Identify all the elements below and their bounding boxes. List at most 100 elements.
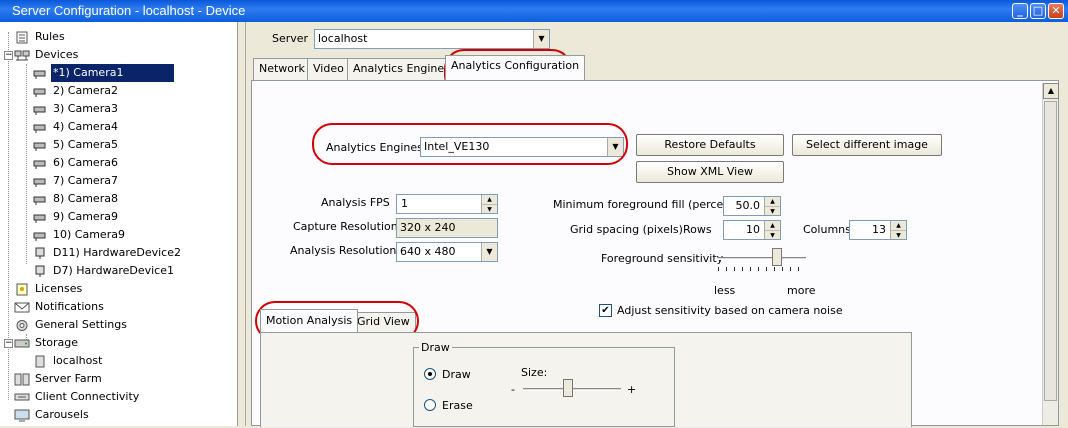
spin-buttons[interactable]: ▲ ▼ <box>481 195 497 213</box>
capture-resolution-label: Capture Resolution <box>293 220 398 233</box>
tree-item-camera[interactable]: 10) Camera9 <box>32 226 127 244</box>
spin-buttons[interactable]: ▲ ▼ <box>764 197 780 215</box>
down-arrow-icon[interactable]: ▼ <box>765 230 780 239</box>
hardware-device-icon <box>32 247 48 260</box>
min-fill-stepper[interactable]: 50.0 ▲ ▼ <box>723 196 781 216</box>
vertical-scrollbar[interactable]: ▲ <box>1042 83 1059 425</box>
tree-item-camera[interactable]: 7) Camera7 <box>32 172 120 190</box>
rules-icon <box>14 31 30 44</box>
rows-stepper[interactable]: 10 ▲ ▼ <box>723 220 781 240</box>
up-arrow-icon[interactable]: ▲ <box>891 221 906 230</box>
server-label: Server <box>272 32 309 45</box>
navigation-tree: Rules − Devices *1) Camera1 2) Camera2 3… <box>0 22 238 426</box>
server-value: localhost <box>318 32 368 45</box>
tree-item-camera[interactable]: 8) Camera8 <box>32 190 120 208</box>
select-image-button[interactable]: Select different image <box>792 134 942 156</box>
panel-splitter[interactable] <box>238 22 246 426</box>
tab-video[interactable]: Video <box>307 58 350 80</box>
sensitivity-slider[interactable] <box>718 245 806 273</box>
settings-icon <box>14 319 30 332</box>
up-arrow-icon[interactable]: ▲ <box>482 195 497 204</box>
analysis-resolution-value: 640 x 480 <box>400 245 456 258</box>
tree-item-general-settings[interactable]: General Settings <box>14 316 129 334</box>
show-xml-button[interactable]: Show XML View <box>636 161 784 183</box>
tree-item-devices[interactable]: Devices <box>14 46 80 64</box>
tree-item-hardware[interactable]: D7) HardwareDevice1 <box>32 262 176 280</box>
envelope-icon <box>14 301 30 314</box>
tree-item-camera[interactable]: *1) Camera1 <box>32 64 174 82</box>
tree-item-licenses[interactable]: Licenses <box>14 280 84 298</box>
down-arrow-icon[interactable]: ▼ <box>765 206 780 215</box>
columns-stepper[interactable]: 13 ▲ ▼ <box>849 220 907 240</box>
tree-item-camera[interactable]: 9) Camera9 <box>32 208 120 226</box>
tree-item-hardware[interactable]: D11) HardwareDevice2 <box>32 244 183 262</box>
collapse-toggle[interactable]: − <box>4 51 13 60</box>
tree-item-notifications[interactable]: Notifications <box>14 298 106 316</box>
spin-buttons[interactable]: ▲ ▼ <box>890 221 906 239</box>
scroll-thumb[interactable] <box>1044 101 1057 401</box>
camera-icon <box>32 103 48 116</box>
minimize-button[interactable]: _ <box>1012 3 1028 19</box>
scroll-up-icon[interactable]: ▲ <box>1043 83 1059 99</box>
fps-stepper[interactable]: 1 ▲ ▼ <box>396 194 498 214</box>
restore-defaults-button[interactable]: Restore Defaults <box>636 134 784 156</box>
size-minus-label: - <box>511 383 515 396</box>
tree-item-camera[interactable]: 4) Camera4 <box>32 118 120 136</box>
up-arrow-icon[interactable]: ▲ <box>765 221 780 230</box>
chevron-down-icon: ▼ <box>481 243 497 261</box>
tab-motion-analysis[interactable]: Motion Analysis <box>260 309 359 332</box>
storage-icon <box>14 337 30 350</box>
up-arrow-icon[interactable]: ▲ <box>765 197 780 206</box>
tree-item-storage-localhost[interactable]: localhost <box>32 352 104 370</box>
tree-label: 8) Camera8 <box>53 192 118 205</box>
tree-item-camera[interactable]: 3) Camera3 <box>32 100 120 118</box>
tab-network[interactable]: Network <box>253 58 311 80</box>
server-select[interactable]: localhost ▼ <box>314 29 550 49</box>
camera-icon <box>32 193 48 206</box>
min-fill-value: 50.0 <box>735 199 761 212</box>
sensitivity-label: Foreground sensitivity <box>601 252 724 265</box>
tree-item-server-farm[interactable]: Server Farm <box>14 370 104 388</box>
size-slider[interactable] <box>523 379 621 401</box>
min-fill-label: Minimum foreground fill (percent) <box>553 198 739 211</box>
tree-item-storage[interactable]: Storage <box>14 334 80 352</box>
camera-icon <box>32 229 48 242</box>
tree-item-carousels[interactable]: Carousels <box>14 406 91 424</box>
rows-value: 10 <box>746 223 760 236</box>
adjust-sensitivity-checkbox[interactable]: ✔ <box>599 304 612 317</box>
tree-label: Rules <box>35 30 65 43</box>
draw-option-label: Draw <box>442 368 471 381</box>
draw-radio[interactable] <box>424 368 436 380</box>
tree-label: Server Farm <box>35 372 102 385</box>
erase-radio[interactable] <box>424 399 436 411</box>
title-bar: Server Configuration - localhost - Devic… <box>0 0 1068 22</box>
tree-label: localhost <box>53 354 103 367</box>
tree-label: 7) Camera7 <box>53 174 118 187</box>
analysis-resolution-select[interactable]: 640 x 480 ▼ <box>396 242 498 262</box>
size-label: Size: <box>521 366 548 379</box>
maximize-button[interactable]: □ <box>1030 3 1046 19</box>
monitor-icon <box>14 409 30 422</box>
slider-thumb[interactable] <box>772 248 782 266</box>
tab-analytics-configuration[interactable]: Analytics Configuration <box>445 55 586 80</box>
config-panel: Server localhost ▼ Network Video Analyti… <box>246 22 1068 427</box>
tree-item-camera[interactable]: 6) Camera6 <box>32 154 120 172</box>
spin-buttons[interactable]: ▲ ▼ <box>764 221 780 239</box>
tree-item-camera[interactable]: 5) Camera5 <box>32 136 120 154</box>
tree-item-camera[interactable]: 2) Camera2 <box>32 82 120 100</box>
tree-label: *1) Camera1 <box>51 64 174 82</box>
network-icon <box>14 391 30 404</box>
tree-item-rules[interactable]: Rules <box>14 28 67 46</box>
chevron-down-icon: ▼ <box>533 30 549 48</box>
slider-thumb[interactable] <box>563 379 573 397</box>
tree-label: D7) HardwareDevice1 <box>53 264 174 277</box>
tree-item-client-connectivity[interactable]: Client Connectivity <box>14 388 141 406</box>
size-plus-label: + <box>627 383 637 396</box>
camera-icon <box>32 85 48 98</box>
close-button[interactable]: ✕ <box>1048 3 1064 19</box>
tree-label: 6) Camera6 <box>53 156 118 169</box>
collapse-toggle[interactable]: − <box>4 339 13 348</box>
tab-analytics-engines[interactable]: Analytics Engines <box>347 58 456 80</box>
down-arrow-icon[interactable]: ▼ <box>891 230 906 239</box>
down-arrow-icon[interactable]: ▼ <box>482 204 497 213</box>
